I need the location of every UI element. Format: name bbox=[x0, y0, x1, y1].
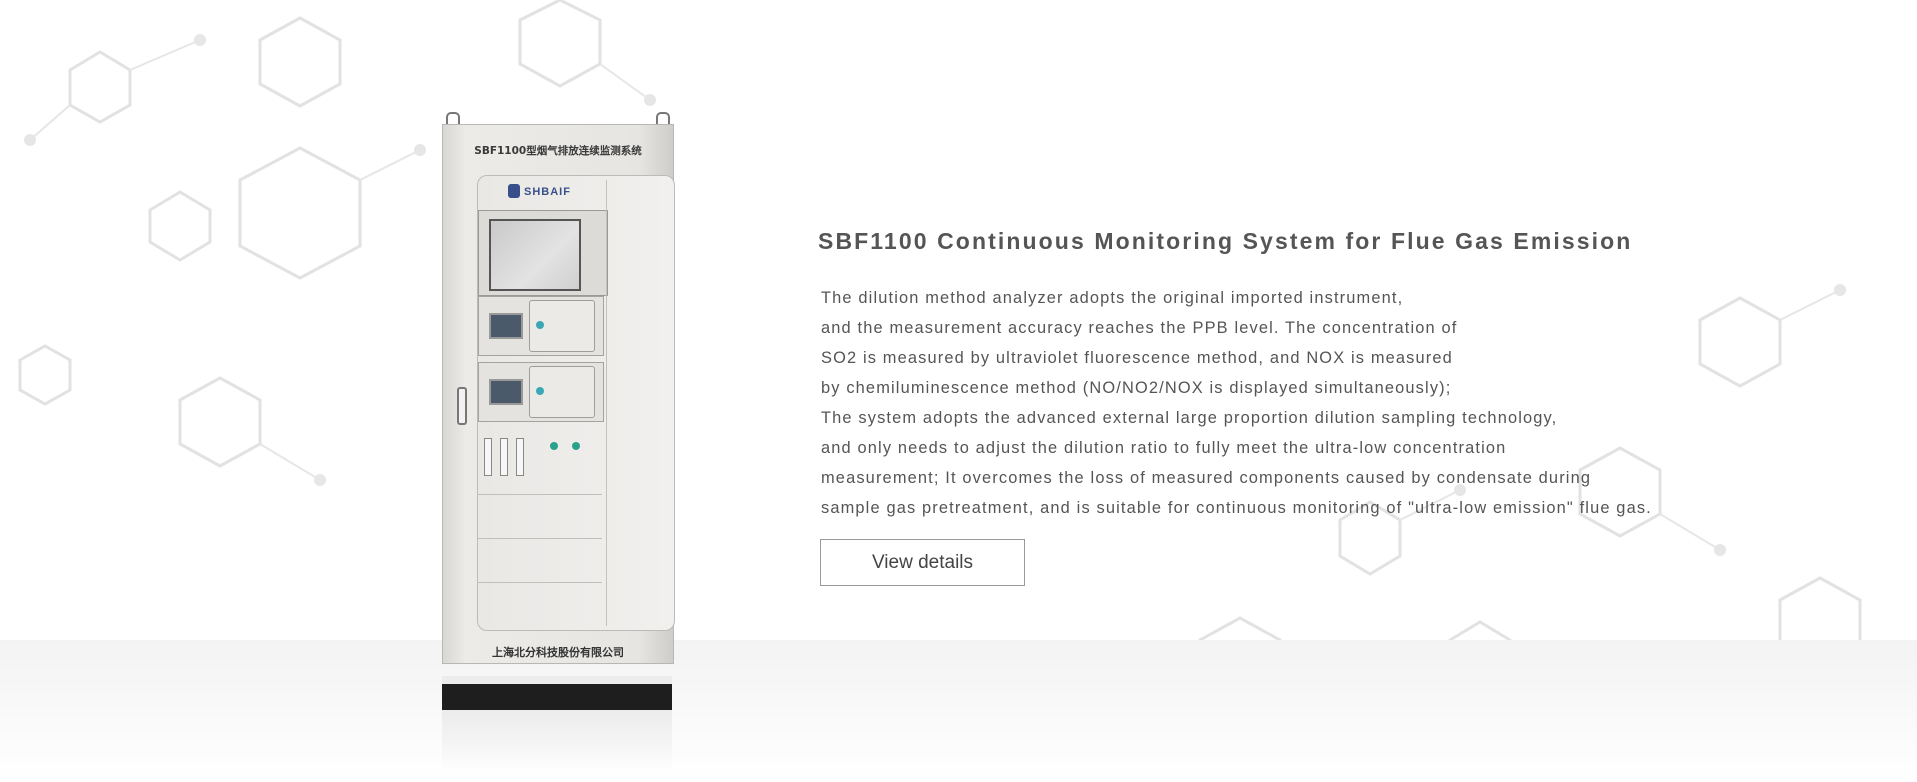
cabinet-window: SHBAIF bbox=[477, 175, 675, 631]
cabinet-logo: SHBAIF bbox=[508, 184, 571, 198]
blank-panel bbox=[478, 494, 602, 539]
blank-panel bbox=[478, 582, 602, 627]
description-line: by chemiluminescence method (NO/NO2/NOX … bbox=[821, 379, 1452, 397]
product-title: SBF1100 Continuous Monitoring System for… bbox=[818, 228, 1633, 254]
analyzer-module bbox=[478, 296, 604, 356]
floor-gradient bbox=[0, 640, 1917, 782]
cabinet-top-label: SBF1100型烟气排放连续监测系统 bbox=[474, 145, 642, 157]
analyzer-module bbox=[478, 362, 604, 422]
description-line: SO2 is measured by ultraviolet fluoresce… bbox=[821, 349, 1453, 367]
description-line: and the measurement accuracy reaches the… bbox=[821, 319, 1458, 337]
product-description: The dilution method analyzer adopts the … bbox=[821, 283, 1821, 523]
description-line: sample gas pretreatment, and is suitable… bbox=[821, 499, 1652, 517]
indicator-light bbox=[550, 442, 558, 450]
flow-meter bbox=[516, 438, 524, 476]
indicator-light bbox=[572, 442, 580, 450]
blank-panel bbox=[478, 538, 602, 583]
door-handle bbox=[457, 387, 467, 425]
description-line: and only needs to adjust the dilution ra… bbox=[821, 439, 1507, 457]
view-details-button[interactable]: View details bbox=[820, 539, 1025, 586]
flow-meter bbox=[500, 438, 508, 476]
cabinet-company-label: 上海北分科技股份有限公司 bbox=[492, 646, 624, 659]
cabinet-monitor bbox=[478, 210, 608, 296]
description-line: The dilution method analyzer adopts the … bbox=[821, 289, 1404, 307]
cabinet-rail bbox=[606, 180, 607, 626]
description-line: measurement; It overcomes the loss of me… bbox=[821, 469, 1592, 487]
flow-meter bbox=[484, 438, 492, 476]
description-line: The system adopts the advanced external … bbox=[821, 409, 1558, 427]
cabinet-reflection bbox=[442, 710, 672, 770]
product-cabinet-image: SBF1100型烟气排放连续监测系统 SHBAIF 上海北分科技股份有限公司 bbox=[442, 112, 675, 770]
cabinet-body: SBF1100型烟气排放连续监测系统 SHBAIF 上海北分科技股份有限公司 bbox=[442, 124, 675, 664]
cabinet-base bbox=[442, 676, 672, 710]
